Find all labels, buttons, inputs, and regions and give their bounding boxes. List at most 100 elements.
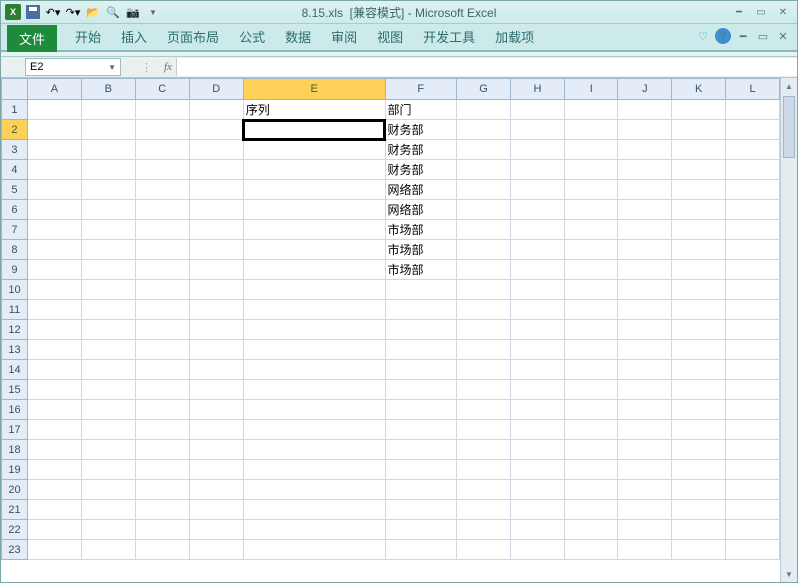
row-header-1[interactable]: 1: [2, 100, 28, 120]
cell-E12[interactable]: [243, 320, 385, 340]
cell-D1[interactable]: [189, 100, 243, 120]
col-header-E[interactable]: E: [243, 79, 385, 100]
cell-E18[interactable]: [243, 440, 385, 460]
cell-L3[interactable]: [726, 140, 780, 160]
cell-C18[interactable]: [135, 440, 189, 460]
cell-J20[interactable]: [618, 480, 672, 500]
cell-H18[interactable]: [511, 440, 565, 460]
cell-C12[interactable]: [135, 320, 189, 340]
cell-H16[interactable]: [511, 400, 565, 420]
cell-I17[interactable]: [564, 420, 617, 440]
cell-K21[interactable]: [672, 500, 726, 520]
cell-I12[interactable]: [564, 320, 617, 340]
cell-F7[interactable]: 市场部: [385, 220, 456, 240]
cell-L23[interactable]: [726, 540, 780, 560]
cell-D3[interactable]: [189, 140, 243, 160]
cell-H17[interactable]: [511, 420, 565, 440]
cell-K1[interactable]: [672, 100, 726, 120]
row-header-3[interactable]: 3: [2, 140, 28, 160]
cell-A8[interactable]: [27, 240, 81, 260]
cell-D10[interactable]: [189, 280, 243, 300]
tab-developer[interactable]: 开发工具: [413, 23, 485, 50]
cell-B20[interactable]: [81, 480, 135, 500]
cell-C19[interactable]: [135, 460, 189, 480]
cell-A23[interactable]: [27, 540, 81, 560]
tab-data[interactable]: 数据: [275, 23, 321, 50]
row-header-16[interactable]: 16: [2, 400, 28, 420]
col-header-I[interactable]: I: [564, 79, 617, 100]
scroll-thumb[interactable]: [783, 96, 795, 158]
cell-I16[interactable]: [564, 400, 617, 420]
cell-F20[interactable]: [385, 480, 456, 500]
cell-G18[interactable]: [456, 440, 510, 460]
cell-A2[interactable]: [27, 120, 81, 140]
cell-K2[interactable]: [672, 120, 726, 140]
cell-K7[interactable]: [672, 220, 726, 240]
cell-I19[interactable]: [564, 460, 617, 480]
cell-L2[interactable]: [726, 120, 780, 140]
cell-F6[interactable]: 网络部: [385, 200, 456, 220]
cell-I11[interactable]: [564, 300, 617, 320]
cell-E20[interactable]: [243, 480, 385, 500]
cell-D18[interactable]: [189, 440, 243, 460]
cell-B12[interactable]: [81, 320, 135, 340]
cell-E9[interactable]: [243, 260, 385, 280]
cell-K11[interactable]: [672, 300, 726, 320]
cell-C10[interactable]: [135, 280, 189, 300]
cell-L16[interactable]: [726, 400, 780, 420]
cell-A13[interactable]: [27, 340, 81, 360]
cell-L7[interactable]: [726, 220, 780, 240]
cell-D7[interactable]: [189, 220, 243, 240]
cell-B18[interactable]: [81, 440, 135, 460]
cell-G8[interactable]: [456, 240, 510, 260]
cell-J19[interactable]: [618, 460, 672, 480]
cell-H13[interactable]: [511, 340, 565, 360]
cell-F11[interactable]: [385, 300, 456, 320]
cell-A1[interactable]: [27, 100, 81, 120]
cell-C13[interactable]: [135, 340, 189, 360]
col-header-D[interactable]: D: [189, 79, 243, 100]
cell-A15[interactable]: [27, 380, 81, 400]
redo-icon[interactable]: ↷▾: [65, 4, 81, 20]
tab-review[interactable]: 审阅: [321, 23, 367, 50]
row-header-22[interactable]: 22: [2, 520, 28, 540]
cell-I1[interactable]: [564, 100, 617, 120]
tab-addins[interactable]: 加载项: [485, 23, 544, 50]
cell-F19[interactable]: [385, 460, 456, 480]
save-icon[interactable]: [25, 4, 41, 20]
cell-B15[interactable]: [81, 380, 135, 400]
cell-D11[interactable]: [189, 300, 243, 320]
cell-A17[interactable]: [27, 420, 81, 440]
cell-B3[interactable]: [81, 140, 135, 160]
cell-L15[interactable]: [726, 380, 780, 400]
cell-G12[interactable]: [456, 320, 510, 340]
cell-D6[interactable]: [189, 200, 243, 220]
cell-K12[interactable]: [672, 320, 726, 340]
cell-J22[interactable]: [618, 520, 672, 540]
cell-E3[interactable]: [243, 140, 385, 160]
cell-A10[interactable]: [27, 280, 81, 300]
cell-K10[interactable]: [672, 280, 726, 300]
cell-B14[interactable]: [81, 360, 135, 380]
cell-E15[interactable]: [243, 380, 385, 400]
cell-J23[interactable]: [618, 540, 672, 560]
cell-C20[interactable]: [135, 480, 189, 500]
cell-D2[interactable]: [189, 120, 243, 140]
cell-G2[interactable]: [456, 120, 510, 140]
cell-D16[interactable]: [189, 400, 243, 420]
undo-icon[interactable]: ↶▾: [45, 4, 61, 20]
cell-F23[interactable]: [385, 540, 456, 560]
camera-icon[interactable]: 📷: [125, 4, 141, 20]
cell-H3[interactable]: [511, 140, 565, 160]
cell-C16[interactable]: [135, 400, 189, 420]
cell-H5[interactable]: [511, 180, 565, 200]
cell-I7[interactable]: [564, 220, 617, 240]
cell-F16[interactable]: [385, 400, 456, 420]
cell-A6[interactable]: [27, 200, 81, 220]
cell-H23[interactable]: [511, 540, 565, 560]
cell-H4[interactable]: [511, 160, 565, 180]
row-header-17[interactable]: 17: [2, 420, 28, 440]
cell-G17[interactable]: [456, 420, 510, 440]
cell-B7[interactable]: [81, 220, 135, 240]
cell-H21[interactable]: [511, 500, 565, 520]
